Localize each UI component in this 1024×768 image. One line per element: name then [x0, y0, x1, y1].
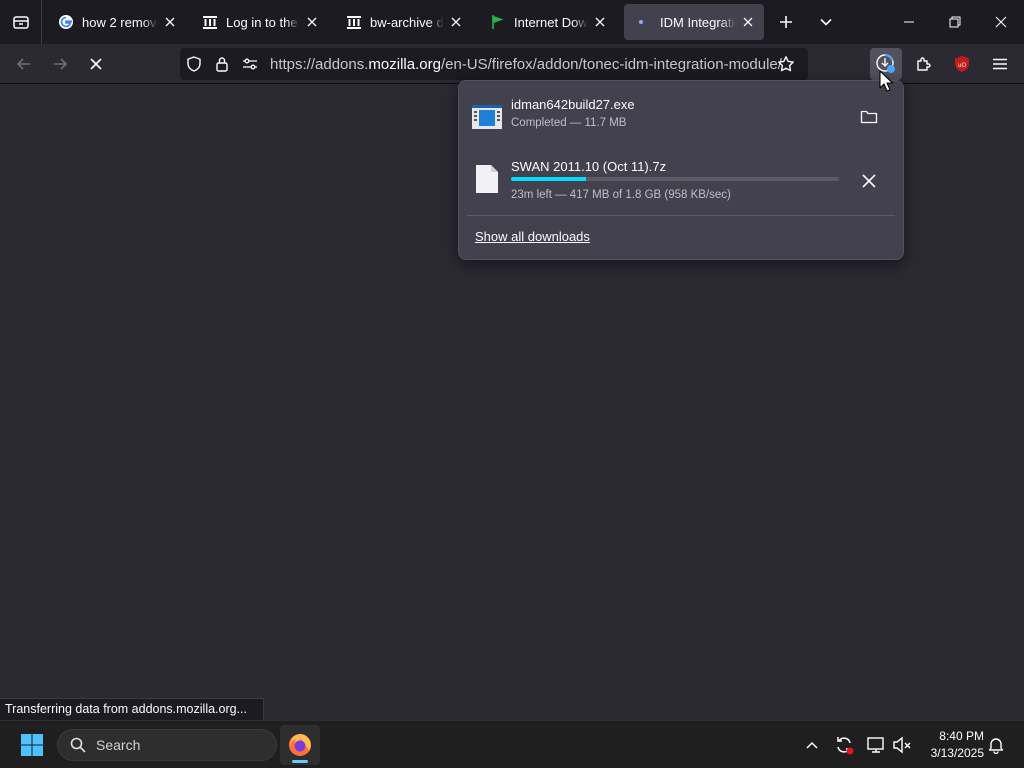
restore-icon	[949, 16, 961, 28]
back-button[interactable]	[8, 48, 40, 80]
close-icon	[995, 16, 1007, 28]
chevron-up-icon	[806, 741, 818, 749]
search-icon	[70, 737, 86, 753]
tab-google-search[interactable]: how 2 remove a	[46, 4, 186, 40]
tab-title: IDM Integration	[660, 14, 736, 30]
folder-icon	[860, 110, 878, 124]
panel-divider	[467, 215, 895, 216]
search-label: Search	[96, 737, 141, 753]
close-window-button[interactable]	[978, 0, 1024, 44]
bookmark-star-button[interactable]	[770, 48, 802, 80]
url-path: /en-US/firefox/addon/tonec-idm-integrati…	[440, 55, 782, 73]
clock-time: 8:40 PM	[939, 729, 984, 743]
firefox-view-button[interactable]	[0, 0, 42, 44]
ublock-shield-icon: uO	[955, 56, 969, 72]
url-prefix: https://addons.	[270, 55, 369, 73]
start-button[interactable]	[12, 727, 52, 763]
sync-error-icon	[837, 737, 854, 755]
network-tray-icon[interactable]	[864, 733, 888, 757]
notifications-button[interactable]	[984, 733, 1008, 757]
list-all-tabs-button[interactable]	[808, 0, 844, 44]
extensions-button[interactable]	[908, 48, 940, 80]
volume-muted-icon	[893, 736, 911, 754]
show-all-downloads-link[interactable]: Show all downloads	[475, 229, 590, 244]
archive-building-icon	[346, 14, 362, 30]
puzzle-piece-icon	[917, 57, 931, 71]
restore-button[interactable]	[932, 0, 978, 44]
hamburger-menu-icon	[993, 58, 1007, 70]
loading-dot-icon	[636, 14, 652, 30]
clock-date: 3/13/2025	[930, 746, 984, 760]
volume-tray-icon[interactable]	[890, 733, 914, 757]
close-tab-icon[interactable]	[740, 14, 756, 30]
tab-title: Internet Downlo	[514, 14, 588, 30]
exe-installer-icon	[471, 101, 503, 133]
taskbar-search-box[interactable]: Search	[57, 729, 277, 761]
tab-internet-archive-login[interactable]: Log in to the Int	[190, 4, 328, 40]
url-host: mozilla.org	[368, 55, 441, 73]
show-in-folder-button[interactable]	[853, 101, 885, 133]
windows-taskbar: Search 8:40 PM 3/13/2025	[0, 720, 1024, 768]
download-item-idman[interactable]: idman642build27.exe Completed — 11.7 MB	[467, 91, 895, 147]
tab-bar: how 2 remove a Log in to the Int bw-arch…	[0, 0, 1024, 44]
close-tab-icon[interactable]	[592, 14, 608, 30]
archive-building-icon	[202, 14, 218, 30]
chevron-down-icon	[820, 18, 832, 26]
lock-icon[interactable]	[208, 48, 236, 80]
close-tab-icon[interactable]	[162, 14, 178, 30]
minimize-button[interactable]	[886, 0, 932, 44]
close-tab-icon[interactable]	[304, 14, 320, 30]
tab-internet-download-manager[interactable]: Internet Downlo	[478, 4, 616, 40]
active-app-indicator	[292, 760, 308, 763]
forward-button[interactable]	[44, 48, 76, 80]
taskbar-app-firefox[interactable]	[280, 725, 320, 765]
tab-title: bw-archive direc	[370, 14, 444, 30]
network-monitor-icon	[867, 737, 884, 753]
windows-logo-icon	[21, 734, 43, 756]
file-icon	[471, 163, 503, 195]
download-status: Completed — 11.7 MB	[511, 117, 627, 129]
firefox-view-icon	[12, 16, 29, 29]
navigation-toolbar: https://addons.mozilla.org/en-US/firefox…	[0, 44, 1024, 84]
forward-arrow-icon	[54, 58, 68, 70]
mouse-cursor-icon	[879, 70, 893, 92]
stop-loading-button[interactable]	[80, 48, 112, 80]
download-filename: SWAN 2011.10 (Oct 11).7z	[511, 159, 667, 174]
stop-x-icon	[90, 58, 102, 70]
tab-bw-archive[interactable]: bw-archive direc	[334, 4, 472, 40]
sync-tray-icon[interactable]	[832, 733, 856, 757]
tracking-protection-shield-icon[interactable]	[180, 48, 208, 80]
app-menu-button[interactable]	[984, 48, 1016, 80]
download-status: 23m left — 417 MB of 1.8 GB (958 KB/sec)	[511, 189, 731, 201]
google-icon	[58, 14, 74, 30]
tab-title: Log in to the Int	[226, 14, 300, 30]
url-bar[interactable]: https://addons.mozilla.org/en-US/firefox…	[180, 48, 808, 80]
url-text[interactable]: https://addons.mozilla.org/en-US/firefox…	[270, 56, 782, 73]
star-icon	[778, 56, 794, 72]
plus-icon	[780, 16, 792, 28]
ublock-origin-button[interactable]: uO	[946, 48, 978, 80]
download-filename: idman642build27.exe	[511, 97, 635, 112]
taskbar-clock[interactable]: 8:40 PM 3/13/2025	[920, 728, 984, 762]
close-icon	[862, 174, 876, 188]
download-progress-bar	[511, 177, 839, 181]
new-tab-button[interactable]	[768, 0, 804, 44]
show-hidden-icons-button[interactable]	[800, 733, 824, 757]
download-progress-fill	[511, 177, 587, 181]
permissions-sliders-icon[interactable]	[236, 48, 264, 80]
downloads-panel: idman642build27.exe Completed — 11.7 MB …	[458, 80, 904, 260]
back-arrow-icon	[16, 58, 30, 70]
svg-text:uO: uO	[958, 62, 967, 69]
close-tab-icon[interactable]	[448, 14, 464, 30]
cancel-download-button[interactable]	[853, 165, 885, 197]
bell-icon	[988, 738, 1004, 754]
tab-title: how 2 remove a	[82, 14, 158, 30]
firefox-logo-icon	[289, 734, 311, 756]
tab-idm-integration[interactable]: IDM Integration	[624, 4, 764, 40]
download-item-swan[interactable]: SWAN 2011.10 (Oct 11).7z 23m left — 417 …	[467, 153, 895, 209]
minimize-icon	[904, 21, 914, 23]
status-panel: Transferring data from addons.mozilla.or…	[0, 698, 264, 720]
green-flag-icon	[490, 14, 506, 30]
